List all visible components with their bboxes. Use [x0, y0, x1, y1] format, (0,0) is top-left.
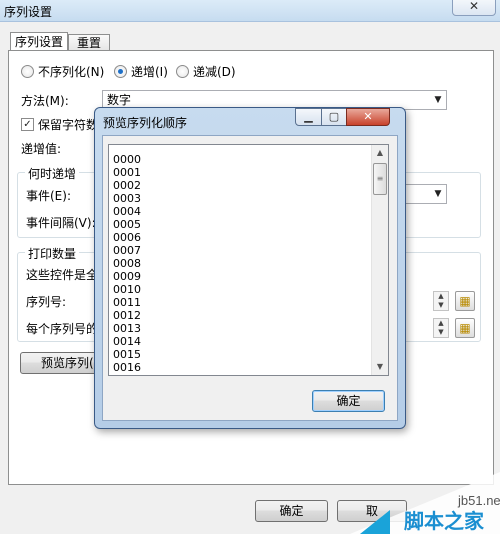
field-picker-icon[interactable]: ▦ — [455, 318, 475, 338]
list-item[interactable]: 0009 — [113, 270, 141, 283]
preview-sequence-button[interactable]: 预览序列( — [20, 352, 104, 374]
scroll-up-icon[interactable]: ▲ — [372, 145, 388, 161]
group-title: 打印数量 — [25, 245, 80, 262]
list-item[interactable]: 0015 — [113, 348, 141, 361]
preview-close-button[interactable]: ✕ — [346, 108, 390, 126]
ok-button[interactable]: 确定 — [255, 500, 328, 522]
button-label: 确定 — [279, 504, 304, 518]
serial-label: 序列号: — [26, 295, 67, 309]
event-interval-label: 事件间隔(V): — [26, 216, 96, 230]
title-bar: 序列设置 ✕ — [0, 0, 500, 22]
minimize-icon: ▁ — [304, 110, 313, 123]
list-item[interactable]: 0014 — [113, 335, 141, 348]
radio-no-serialize[interactable] — [21, 65, 34, 78]
window-title: 序列设置 — [4, 5, 53, 19]
print-note: 这些控件是全 — [26, 268, 99, 282]
radio-label: 递减(D) — [193, 65, 236, 79]
watermark-site: jb51.net — [457, 493, 500, 508]
maximize-button[interactable]: ▢ — [321, 108, 347, 126]
radio-decrement[interactable] — [176, 65, 189, 78]
event-label: 事件(E): — [26, 189, 71, 203]
preview-list[interactable]: 0000 0001 0002 0003 0004 0005 0006 0007 0008 0009… — [108, 144, 389, 376]
list-item[interactable]: 0016 — [113, 361, 141, 374]
list-item[interactable]: 0003 — [113, 192, 141, 205]
button-label: 确定 — [336, 394, 361, 408]
list-item[interactable]: 0004 — [113, 205, 141, 218]
increment-label: 递增值: — [21, 142, 62, 156]
spin-arrows-icon[interactable]: ▲ ▼ — [433, 291, 449, 311]
event-select[interactable]: ▼ — [400, 184, 447, 204]
list-item[interactable]: 0013 — [113, 322, 141, 335]
list-item[interactable]: 0008 — [113, 257, 141, 270]
tab-serial-settings[interactable]: 序列设置 — [10, 32, 68, 52]
list-item[interactable]: 0005 — [113, 218, 141, 231]
preview-dialog: 预览序列化顺序 ▁ ▢ ✕ 0000 0001 0002 0003 0004 0005 00… — [94, 107, 406, 429]
preview-dialog-title: 预览序列化顺序 — [103, 116, 188, 130]
close-icon: ✕ — [363, 110, 373, 123]
maximize-icon: ▢ — [328, 110, 340, 123]
radio-label: 不序列化(N) — [38, 65, 105, 79]
keep-chars-label: 保留字符数 — [38, 118, 99, 132]
list-item[interactable]: 0011 — [113, 296, 141, 309]
chevron-down-icon: ▼ — [434, 189, 442, 199]
radio-increment[interactable] — [114, 65, 127, 78]
field-picker-icon[interactable]: ▦ — [455, 291, 475, 311]
keep-chars-checkbox[interactable]: ✓ — [21, 118, 34, 131]
method-value: 数字 — [107, 93, 132, 107]
button-label: 预览序列( — [41, 356, 94, 370]
per-serial-label: 每个序列号的 — [26, 322, 99, 336]
list-item[interactable]: 0010 — [113, 283, 141, 296]
chevron-down-icon: ▼ — [434, 95, 442, 105]
watermark-logo: jb51.net 脚本之家 — [350, 472, 500, 534]
list-item[interactable]: 0007 — [113, 244, 141, 257]
preview-client: 0000 0001 0002 0003 0004 0005 0006 0007 0008 0009… — [102, 135, 398, 421]
list-item[interactable]: 0006 — [113, 231, 141, 244]
watermark-brand: 脚本之家 — [404, 509, 485, 533]
vertical-scrollbar[interactable]: ▲ ≡ ▼ — [371, 145, 388, 375]
spin-arrows-icon[interactable]: ▲ ▼ — [433, 318, 449, 338]
radio-label: 递增(I) — [131, 65, 168, 79]
minimize-button[interactable]: ▁ — [295, 108, 322, 126]
close-icon: ✕ — [468, 0, 480, 13]
group-title: 何时递增 — [25, 165, 80, 182]
tab-label: 重置 — [76, 36, 101, 50]
scroll-thumb[interactable]: ≡ — [373, 163, 387, 195]
list-item[interactable]: 0000 — [113, 153, 141, 166]
window-close-button[interactable]: ✕ — [452, 0, 496, 16]
scroll-down-icon[interactable]: ▼ — [372, 359, 388, 375]
list-item[interactable]: 0012 — [113, 309, 141, 322]
preview-ok-button[interactable]: 确定 — [312, 390, 385, 412]
tab-label: 序列设置 — [14, 35, 63, 49]
list-item[interactable]: 0002 — [113, 179, 141, 192]
list-item[interactable]: 0001 — [113, 166, 141, 179]
method-label: 方法(M): — [21, 94, 69, 108]
